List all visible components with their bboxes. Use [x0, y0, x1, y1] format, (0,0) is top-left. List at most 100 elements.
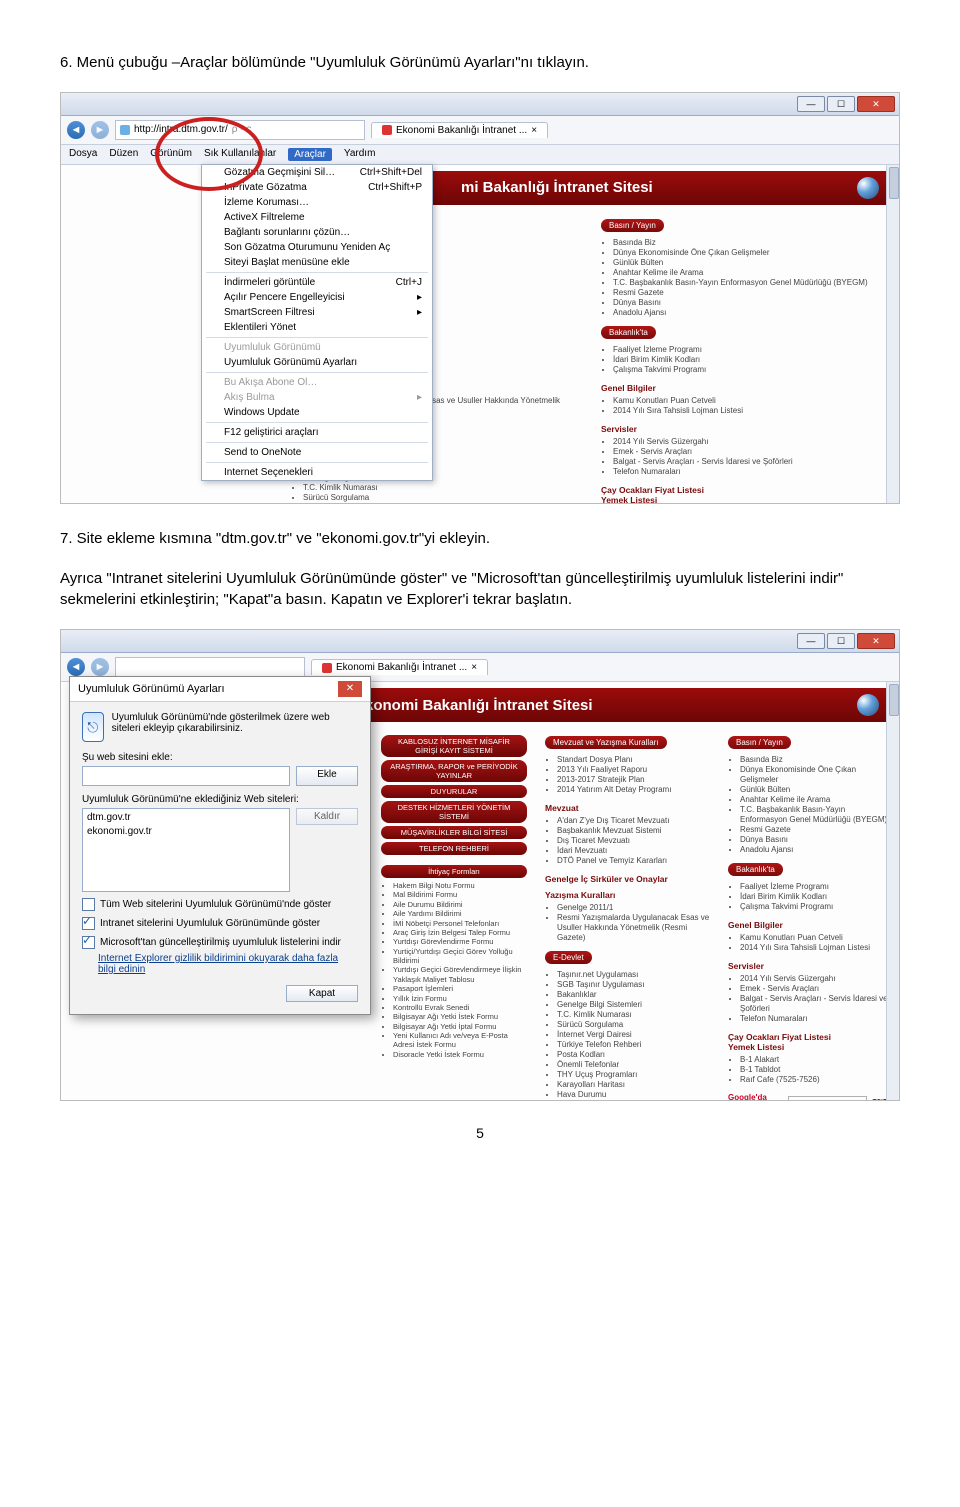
list-item[interactable]: Emek - Servis Araçları	[613, 447, 893, 457]
list-item[interactable]: ekonomi.gov.tr	[87, 825, 285, 839]
list-item[interactable]: Yurtdışı Geçici Görevlendirmeye İlişkin …	[393, 965, 527, 984]
menu-item[interactable]: Send to OneNote	[202, 445, 432, 460]
list-item[interactable]: Dünya Basını	[740, 835, 893, 845]
list-item[interactable]: Pasaport İşlemleri	[393, 984, 527, 993]
nav-back[interactable]: ◄	[67, 121, 85, 139]
menu-item[interactable]: Siteyi Başlat menüsüne ekle	[202, 255, 432, 270]
menu-item[interactable]: Internet Seçenekleri	[202, 465, 432, 480]
url-field[interactable]	[115, 657, 305, 677]
list-item[interactable]: Hakem Bilgi Notu Formu	[393, 881, 527, 890]
list-item[interactable]: Sürücü Sorgulama	[303, 493, 583, 503]
list-item[interactable]: Kamu Konutları Puan Cetveli	[613, 396, 893, 406]
list-item[interactable]: 2014 Yılı Servis Güzergahı	[740, 974, 893, 984]
window-maximize[interactable]: ☐	[827, 96, 855, 112]
menu-item[interactable]: SmartScreen Filtresi▸	[202, 305, 432, 320]
list-item[interactable]: Disoracle Yetki İstek Formu	[393, 1050, 527, 1059]
checkbox-row[interactable]: Intranet sitelerini Uyumluluk Görünümünd…	[82, 917, 358, 930]
list-item[interactable]: 2014 Yatırım Alt Detay Programı	[557, 785, 710, 795]
menu-yardim[interactable]: Yardım	[344, 148, 376, 161]
list-item[interactable]: Dünya Ekonomisinde Öne Çıkan Gelişmeler	[613, 248, 893, 258]
sidebar-button[interactable]: KABLOSUZ İNTERNET MİSAFİR GİRİŞİ KAYIT S…	[381, 735, 527, 757]
list-item[interactable]: İdari Birim Kimlik Kodları	[740, 892, 893, 902]
menu-araclar[interactable]: Araçlar	[288, 148, 332, 161]
list-item[interactable]: Faaliyet İzleme Programı	[740, 882, 893, 892]
menu-item[interactable]: InPrivate GözatmaCtrl+Shift+P	[202, 180, 432, 195]
list-item[interactable]: Yurtdışı Görevlendirme Formu	[393, 937, 527, 946]
scrollbar-vertical[interactable]	[886, 682, 899, 1101]
menu-item[interactable]: Uyumluluk Görünümü	[202, 340, 432, 355]
list-item[interactable]: İnternet Vergi Dairesi	[557, 1030, 710, 1040]
window-minimize[interactable]: —	[797, 633, 825, 649]
list-item[interactable]: Hava Durumu	[557, 1090, 710, 1100]
list-item[interactable]: Anadolu Ajansı	[613, 308, 893, 318]
list-item[interactable]: Telefon Numaraları	[613, 467, 893, 477]
tab-close-icon[interactable]: ×	[471, 662, 477, 673]
list-item[interactable]: Kamu Konutları Puan Cetveli	[740, 933, 893, 943]
list-item[interactable]: B-1 Tabldot	[740, 1065, 893, 1075]
list-item[interactable]: Balgat - Servis Araçları - Servis İdares…	[613, 457, 893, 467]
tab-close-icon[interactable]: ×	[531, 125, 537, 136]
list-item[interactable]: Yıllık İzin Formu	[393, 994, 527, 1003]
window-minimize[interactable]: —	[797, 96, 825, 112]
remove-button[interactable]: Kaldır	[296, 808, 358, 825]
list-item[interactable]: İdari Birim Kimlik Kodları	[613, 355, 893, 365]
site-list[interactable]: dtm.gov.tr ekonomi.gov.tr	[82, 808, 290, 892]
menu-dosya[interactable]: Dosya	[69, 148, 97, 161]
list-item[interactable]: Posta Kodları	[557, 1050, 710, 1060]
list-item[interactable]: Telefon Numaraları	[740, 1014, 893, 1024]
menu-item[interactable]: İzleme Koruması…	[202, 195, 432, 210]
list-item[interactable]: Dünya Ekonomisinde Öne Çıkan Gelişmeler	[740, 765, 893, 785]
list-item[interactable]: Çalışma Takvimi Programı	[613, 365, 893, 375]
list-item[interactable]: 2014 Yılı Servis Güzergahı	[613, 437, 893, 447]
checkbox-icon[interactable]	[82, 936, 95, 949]
list-item[interactable]: Aile Durumu Bildirimi	[393, 900, 527, 909]
list-item[interactable]: Günlük Bülten	[740, 785, 893, 795]
list-item[interactable]: dtm.gov.tr	[87, 811, 285, 825]
menu-item[interactable]: Açılır Pencere Engelleyicisi▸	[202, 290, 432, 305]
list-item[interactable]: Resmi Yazışmalarda Uygulanacak Esas ve U…	[557, 913, 710, 943]
list-item[interactable]: Çalışma Takvimi Programı	[740, 902, 893, 912]
sidebar-button[interactable]: MÜŞAVİRLİKLER BİLGİ SİTESİ	[381, 826, 527, 839]
dialog-close-icon[interactable]: ✕	[338, 681, 362, 697]
scrollbar-vertical[interactable]	[886, 165, 899, 504]
menu-sikkullanilanlar[interactable]: Sık Kullanılanlar	[204, 148, 276, 161]
list-item[interactable]: Bilgisayar Ağı Yetki İptal Formu	[393, 1022, 527, 1031]
list-item[interactable]: Dünya Basını	[613, 298, 893, 308]
list-item[interactable]: Karayolları Haritası	[557, 1080, 710, 1090]
menu-item[interactable]: Bu Akışa Abone Ol…	[202, 375, 432, 390]
list-item[interactable]: Basında Biz	[613, 238, 893, 248]
list-item[interactable]: T.C. Başbakanlık Basın-Yayın Enformasyon…	[613, 278, 893, 288]
menu-item[interactable]: Eklentileri Yönet	[202, 320, 432, 335]
nav-forward[interactable]: ►	[91, 121, 109, 139]
list-item[interactable]: SGB Taşınır Uygulaması	[557, 980, 710, 990]
list-item[interactable]: Önemli Telefonlar	[557, 1060, 710, 1070]
menu-gorunum[interactable]: Görünüm	[150, 148, 192, 161]
list-item[interactable]: Anahtar Kelime ile Arama	[740, 795, 893, 805]
list-item[interactable]: T.C. Kimlik Numarası	[303, 483, 583, 493]
menu-item[interactable]: ActiveX Filtreleme	[202, 210, 432, 225]
list-item[interactable]: Taşınır.net Uygulaması	[557, 970, 710, 980]
menu-item[interactable]: F12 geliştirici araçları	[202, 425, 432, 440]
list-item[interactable]: B-1 Alakart	[740, 1055, 893, 1065]
list-item[interactable]: 2013 Yılı Faaliyet Raporu	[557, 765, 710, 775]
list-item[interactable]: Balgat - Servis Araçları - Servis İdares…	[740, 994, 893, 1014]
menu-item[interactable]: İndirmeleri görüntüleCtrl+J	[202, 275, 432, 290]
url-field[interactable]: http://intra.dtm.gov.tr/ ρ - c	[115, 120, 365, 140]
list-item[interactable]: Türkiye Telefon Rehberi	[557, 1040, 710, 1050]
window-close[interactable]: ✕	[857, 633, 895, 649]
list-item[interactable]: Günlük Bülten	[613, 258, 893, 268]
sidebar-button[interactable]: DESTEK HİZMETLERİ YÖNETİM SİSTEMİ	[381, 801, 527, 823]
menu-item[interactable]: Akış Bulma▸	[202, 390, 432, 405]
nav-back[interactable]: ◄	[67, 658, 85, 676]
list-item[interactable]: Resmi Gazete	[740, 825, 893, 835]
list-item[interactable]: 2014 Yılı Sıra Tahsisli Lojman Listesi	[613, 406, 893, 416]
list-item[interactable]: Mal Bildirimi Formu	[393, 890, 527, 899]
sidebar-button[interactable]: TELEFON REHBERİ	[381, 842, 527, 855]
list-item[interactable]: Türk Dil Kurumu	[557, 1100, 710, 1101]
list-item[interactable]: T.C. Başbakanlık Basın-Yayın Enformasyon…	[740, 805, 893, 825]
add-site-input[interactable]	[82, 766, 290, 786]
menu-item[interactable]: Son Gözatma Oturumunu Yeniden Aç	[202, 240, 432, 255]
list-item[interactable]: Başbakanlık Mevzuat Sistemi	[557, 826, 710, 836]
list-item[interactable]: Faaliyet İzleme Programı	[613, 345, 893, 355]
list-item[interactable]: A'dan Z'ye Dış Ticaret Mevzuatı	[557, 816, 710, 826]
